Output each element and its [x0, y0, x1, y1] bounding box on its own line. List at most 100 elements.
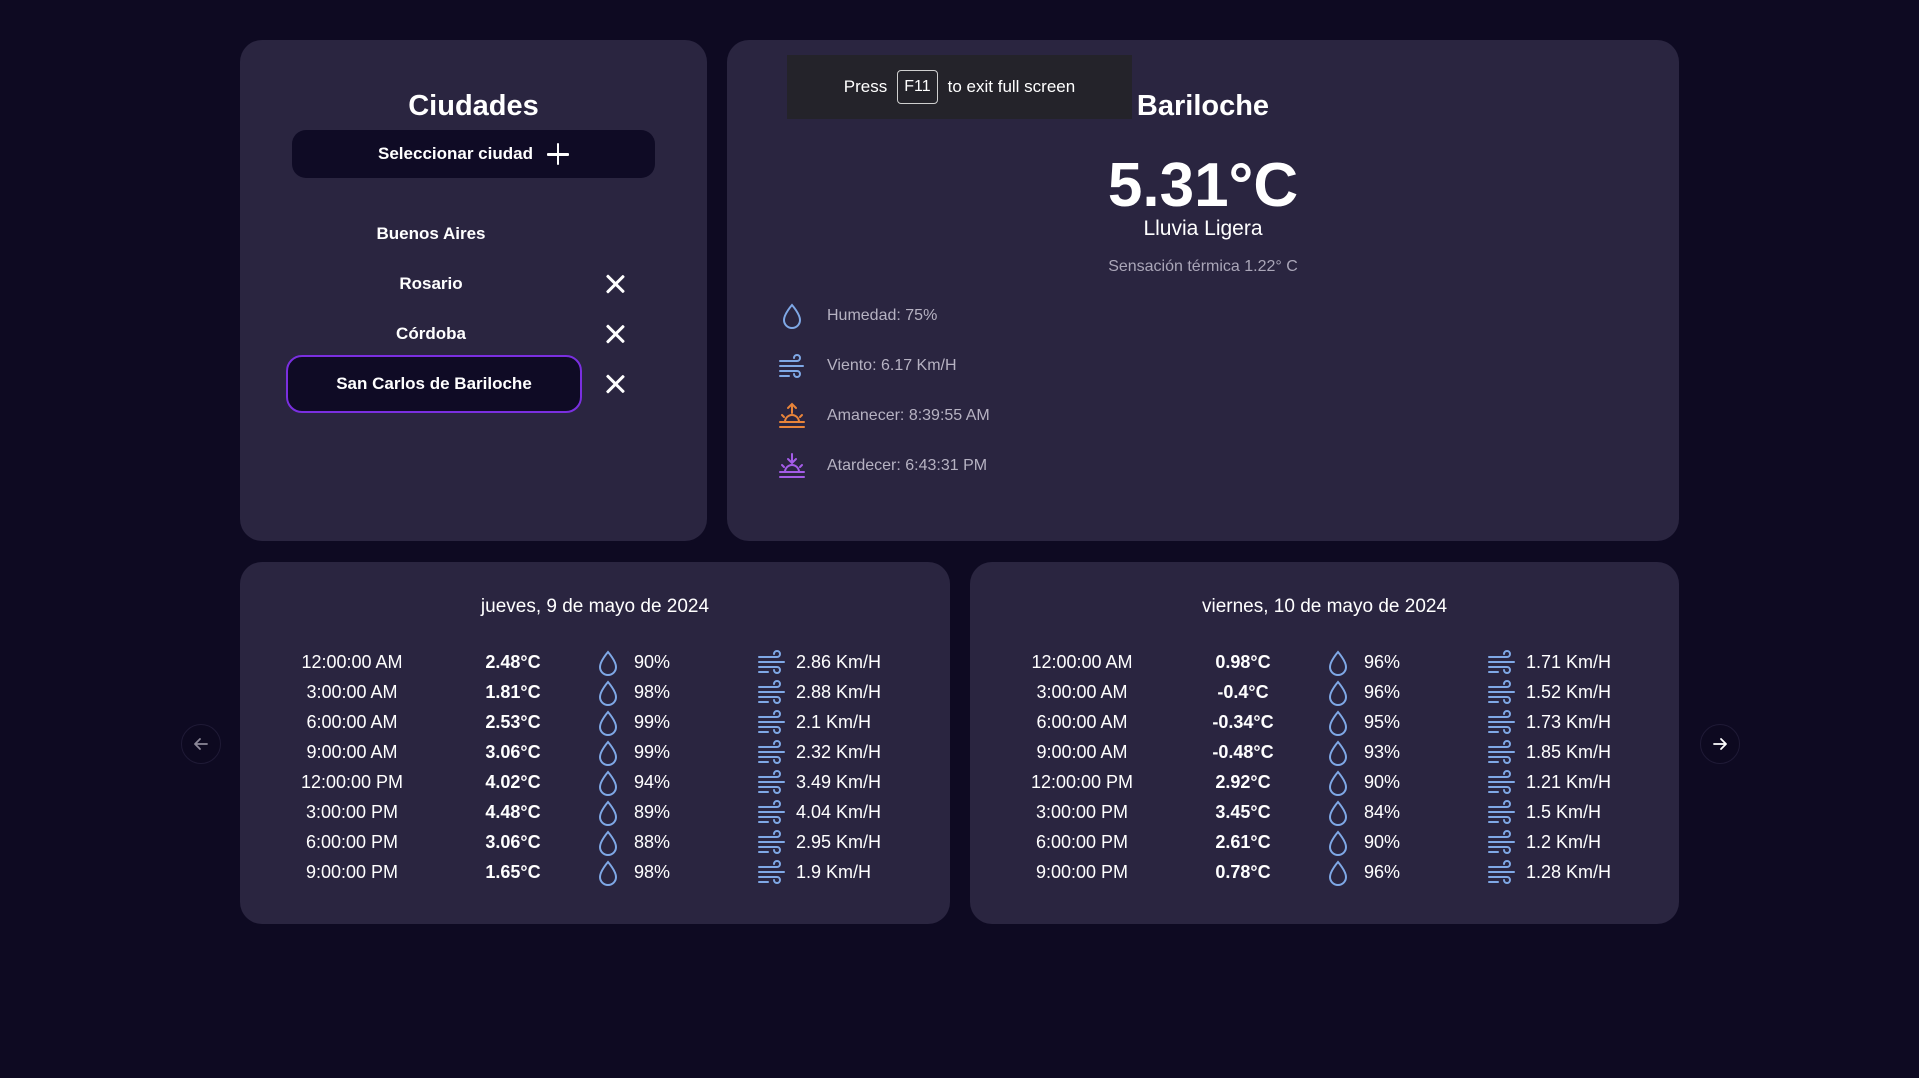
- remove-rosario-close-icon[interactable]: [602, 271, 628, 297]
- water-drop-icon: [595, 859, 621, 887]
- forecast-time: 9:00:00 PM: [1035, 862, 1129, 882]
- forecast-row: 9:00:00 PM 0.78°C 96% 1.28 Km/H: [970, 858, 1679, 888]
- wind-text: Viento: 6.17 Km/H: [827, 357, 957, 374]
- forecast-temperature: 3.06°C: [485, 832, 541, 852]
- wind-icon: [757, 860, 787, 886]
- sunset-text: Atardecer: 6:43:31 PM: [827, 457, 988, 474]
- next-arrow-button[interactable]: [1700, 724, 1740, 764]
- water-drop-icon: [595, 769, 621, 797]
- forecast-humidity: 99%: [634, 712, 671, 732]
- forecast-time: 6:00:00 PM: [1035, 832, 1129, 852]
- water-drop-icon: [782, 303, 802, 329]
- water-drop-icon: [595, 829, 621, 857]
- water-drop-icon: [1325, 679, 1351, 707]
- forecast-temperature: -0.4°C: [1217, 682, 1269, 702]
- forecast-wind-speed: 1.5 Km/H: [1526, 802, 1602, 822]
- city-item-label: Córdoba: [396, 324, 466, 343]
- forecast-wind-speed: 1.28 Km/H: [1526, 862, 1612, 882]
- forecast-temperature: 2.48°C: [485, 652, 541, 672]
- forecast-temperature: -0.34°C: [1212, 712, 1274, 732]
- forecast-wind-speed: 2.88 Km/H: [796, 682, 882, 702]
- forecast-row: 12:00:00 PM 4.02°C 94% 3.49 Km/H: [240, 768, 950, 798]
- wind-icon: [779, 354, 804, 378]
- city-item-rosario[interactable]: Rosario: [286, 258, 576, 310]
- wind-icon: [1487, 650, 1517, 676]
- forecast-temperature: 0.78°C: [1215, 862, 1271, 882]
- forecast-row: 9:00:00 AM -0.48°C 93% 1.85 Km/H: [970, 738, 1679, 768]
- remove-bariloche-close-icon[interactable]: [602, 371, 628, 397]
- forecast-row: 9:00:00 PM 1.65°C 98% 1.9 Km/H: [240, 858, 950, 888]
- wind-icon: [1487, 800, 1517, 826]
- forecast-row: 3:00:00 AM 1.81°C 98% 2.88 Km/H: [240, 678, 950, 708]
- wind-icon: [1487, 860, 1517, 886]
- arrow-right-icon: [1713, 738, 1727, 750]
- forecast-row: 12:00:00 AM 2.48°C 90% 2.86 Km/H: [240, 648, 950, 678]
- water-drop-icon: [595, 649, 621, 677]
- banner-rest-text: to exit full screen: [947, 77, 1076, 96]
- forecast-wind-speed: 1.73 Km/H: [1526, 712, 1612, 732]
- sunrise-row: Amanecer: 8:39:55 AM: [777, 400, 990, 432]
- forecast-humidity: 90%: [1364, 832, 1401, 852]
- humidity-text: Humedad: 75%: [827, 307, 938, 324]
- forecast-wind-speed: 1.71 Km/H: [1526, 652, 1612, 672]
- forecast-time: 3:00:00 AM: [1036, 682, 1128, 702]
- forecast-time: 9:00:00 PM: [305, 862, 399, 882]
- forecast-time: 12:00:00 AM: [301, 652, 403, 672]
- forecast-humidity: 94%: [634, 772, 671, 792]
- water-drop-icon: [595, 739, 621, 767]
- forecast-date: viernes, 10 de mayo de 2024: [1201, 596, 1448, 617]
- forecast-date: jueves, 9 de mayo de 2024: [480, 596, 710, 617]
- forecast-humidity: 88%: [634, 832, 671, 852]
- forecast-temperature: 2.61°C: [1215, 832, 1271, 852]
- forecast-humidity: 99%: [634, 742, 671, 762]
- forecast-row: 12:00:00 PM 2.92°C 90% 1.21 Km/H: [970, 768, 1679, 798]
- humidity-row: Humedad: 75%: [777, 300, 937, 332]
- wind-icon: [1487, 830, 1517, 856]
- forecast-humidity: 98%: [634, 682, 671, 702]
- forecast-time: 9:00:00 AM: [306, 742, 398, 762]
- city-item-san-carlos-de-bariloche[interactable]: San Carlos de Bariloche: [286, 355, 582, 413]
- wind-icon: [1487, 710, 1517, 736]
- select-city-button[interactable]: Seleccionar ciudad: [292, 130, 655, 178]
- water-drop-icon: [1325, 739, 1351, 767]
- sunrise-text: Amanecer: 8:39:55 AM: [827, 407, 990, 424]
- forecast-row: 6:00:00 AM -0.34°C 95% 1.73 Km/H: [970, 708, 1679, 738]
- plus-icon: [546, 143, 569, 165]
- wind-row: Viento: 6.17 Km/H: [777, 350, 957, 382]
- city-item-cordoba[interactable]: Córdoba: [286, 308, 576, 360]
- forecast-humidity: 95%: [1364, 712, 1401, 732]
- water-drop-icon: [595, 709, 621, 737]
- remove-cordoba-close-icon[interactable]: [602, 321, 628, 347]
- forecast-wind-speed: 2.95 Km/H: [796, 832, 882, 852]
- water-drop-icon: [1325, 829, 1351, 857]
- city-item-label: San Carlos de Bariloche: [336, 374, 532, 393]
- forecast-wind-speed: 4.04 Km/H: [796, 802, 882, 822]
- forecast-wind-speed: 1.2 Km/H: [1526, 832, 1602, 852]
- forecast-temperature: 0.98°C: [1215, 652, 1271, 672]
- forecast-row: 12:00:00 AM 0.98°C 96% 1.71 Km/H: [970, 648, 1679, 678]
- forecast-temperature: 3.45°C: [1215, 802, 1271, 822]
- forecast-time: 12:00:00 PM: [300, 772, 404, 792]
- forecast-wind-speed: 1.9 Km/H: [796, 862, 872, 882]
- forecast-time: 3:00:00 PM: [1035, 802, 1129, 822]
- forecast-wind-speed: 2.1 Km/H: [796, 712, 872, 732]
- forecast-wind-speed: 1.21 Km/H: [1526, 772, 1612, 792]
- wind-icon: [757, 830, 787, 856]
- forecast-humidity: 90%: [1364, 772, 1401, 792]
- sunrise-icon: [779, 402, 805, 428]
- select-city-label: Seleccionar ciudad: [378, 144, 533, 163]
- forecast-time: 9:00:00 AM: [1036, 742, 1128, 762]
- forecast-temperature: 4.02°C: [485, 772, 541, 792]
- forecast-wind-speed: 1.85 Km/H: [1526, 742, 1612, 762]
- forecast-temperature: 1.65°C: [485, 862, 541, 882]
- forecast-row: 9:00:00 AM 3.06°C 99% 2.32 Km/H: [240, 738, 950, 768]
- forecast-row: 3:00:00 PM 3.45°C 84% 1.5 Km/H: [970, 798, 1679, 828]
- forecast-wind-speed: 1.52 Km/H: [1526, 682, 1612, 702]
- forecast-humidity: 89%: [634, 802, 671, 822]
- previous-arrow-button[interactable]: [181, 724, 221, 764]
- forecast-wind-speed: 2.32 Km/H: [796, 742, 882, 762]
- forecast-humidity: 96%: [1364, 652, 1401, 672]
- f11-key-badge: F11: [897, 70, 938, 104]
- forecast-wind-speed: 3.49 Km/H: [796, 772, 882, 792]
- city-item-buenos-aires[interactable]: Buenos Aires: [286, 208, 576, 260]
